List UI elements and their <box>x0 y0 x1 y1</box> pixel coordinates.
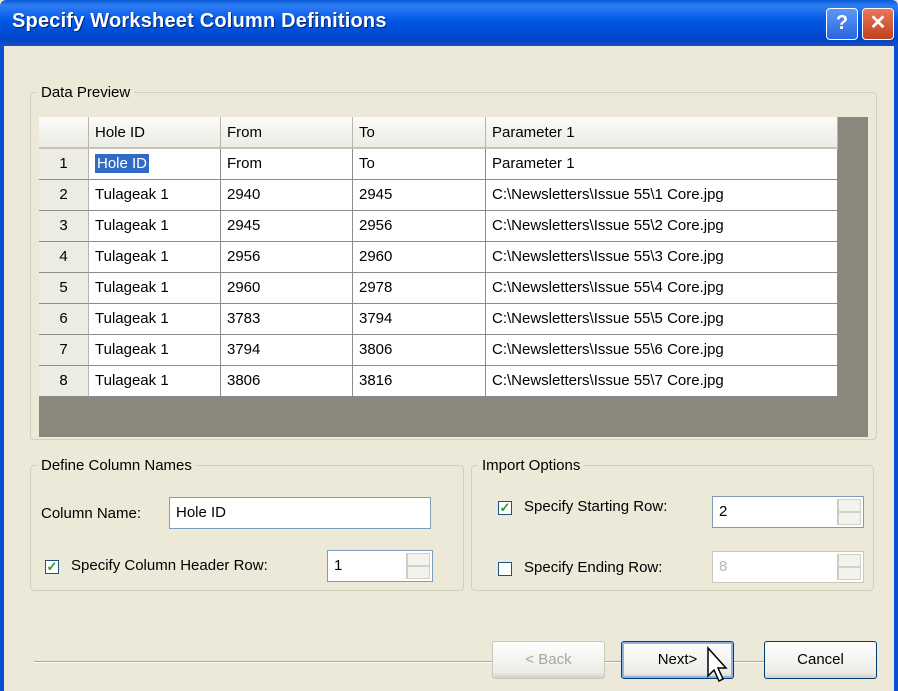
cell-to[interactable]: 2978 <box>353 273 486 304</box>
cell-from[interactable]: From <box>221 149 353 180</box>
cell-to[interactable]: 2956 <box>353 211 486 242</box>
cell-to[interactable]: 2960 <box>353 242 486 273</box>
header-row-checkbox[interactable]: ✓ <box>45 560 59 574</box>
cell-parameter-1[interactable]: Parameter 1 <box>486 149 838 180</box>
cell-to[interactable]: 2945 <box>353 180 486 211</box>
ending-row-value: 8 <box>719 558 728 575</box>
cell-hole-id[interactable]: Tulageak 1 <box>89 366 221 397</box>
ending-row-label: Specify Ending Row: <box>524 559 663 576</box>
button-divider <box>34 661 872 663</box>
spin-down-icon[interactable] <box>838 512 861 525</box>
cell-hole-id[interactable]: Tulageak 1 <box>89 335 221 366</box>
cell-hole-id[interactable]: Tulageak 1 <box>89 273 221 304</box>
column-header-hole-id[interactable]: Hole ID <box>89 117 221 149</box>
row-number-cell[interactable]: 4 <box>39 242 89 273</box>
spin-down-icon[interactable] <box>407 566 430 579</box>
window-title: Specify Worksheet Column Definitions <box>12 10 387 32</box>
table-row[interactable]: 5 Tulageak 1 2960 2978 C:\Newsletters\Issue … <box>39 273 838 304</box>
data-preview-group: Data Preview Hole ID From To Parameter 1… <box>30 84 877 440</box>
cell-hole-id[interactable]: Tulageak 1 <box>89 180 221 211</box>
row-number-cell[interactable]: 2 <box>39 180 89 211</box>
header-row-spin-buttons[interactable] <box>406 553 430 579</box>
import-options-legend: Import Options <box>482 457 581 474</box>
table-row[interactable]: 1 Hole ID From To Parameter 1 <box>39 149 838 180</box>
spin-up-icon[interactable] <box>407 553 430 566</box>
define-column-names-group: Define Column Names Column Name: Hole ID… <box>30 457 464 591</box>
define-column-names-legend: Define Column Names <box>41 457 192 474</box>
cell-from[interactable]: 2940 <box>221 180 353 211</box>
starting-row-label: Specify Starting Row: <box>524 498 668 515</box>
data-preview-legend: Data Preview <box>41 84 131 101</box>
mouse-pointer-icon <box>707 646 728 683</box>
cell-from[interactable]: 2945 <box>221 211 353 242</box>
column-header-to[interactable]: To <box>353 117 486 149</box>
column-header-from[interactable]: From <box>221 117 353 149</box>
dialog-body: Data Preview Hole ID From To Parameter 1… <box>0 46 898 691</box>
table-row[interactable]: 6 Tulageak 1 3783 3794 C:\Newsletters\Issue … <box>39 304 838 335</box>
ending-row-spin-buttons <box>837 554 861 580</box>
checkmark-icon: ✓ <box>46 559 58 574</box>
starting-row-value: 2 <box>719 503 728 520</box>
starting-row-stepper[interactable]: 2 <box>712 496 864 528</box>
cell-hole-id[interactable]: Tulageak 1 <box>89 242 221 273</box>
cell-parameter-1[interactable]: C:\Newsletters\Issue 55\1 Core.jpg <box>486 180 838 211</box>
row-number-cell[interactable]: 3 <box>39 211 89 242</box>
cell-from[interactable]: 2956 <box>221 242 353 273</box>
checkmark-icon: ✓ <box>499 500 511 515</box>
column-name-label: Column Name: <box>41 505 142 522</box>
help-icon[interactable]: ? <box>826 8 858 40</box>
import-options-group: Import Options ✓ Specify Starting Row: 2… <box>471 457 874 591</box>
column-header-parameter-1[interactable]: Parameter 1 <box>486 117 838 149</box>
header-row-value: 1 <box>334 557 343 574</box>
starting-row-checkbox[interactable]: ✓ <box>498 501 512 515</box>
ending-row-stepper: 8 <box>712 551 864 583</box>
grid-header-row: Hole ID From To Parameter 1 <box>39 117 838 149</box>
cell-from[interactable]: 3794 <box>221 335 353 366</box>
cell-from[interactable]: 2960 <box>221 273 353 304</box>
table-row[interactable]: 2 Tulageak 1 2940 2945 C:\Newsletters\Issue … <box>39 180 838 211</box>
spin-down-icon <box>838 567 861 580</box>
cell-parameter-1[interactable]: C:\Newsletters\Issue 55\3 Core.jpg <box>486 242 838 273</box>
cell-parameter-1[interactable]: C:\Newsletters\Issue 55\6 Core.jpg <box>486 335 838 366</box>
ending-row-checkbox[interactable] <box>498 562 512 576</box>
spin-up-icon <box>838 554 861 567</box>
cell-hole-id[interactable]: Tulageak 1 <box>89 211 221 242</box>
cancel-button[interactable]: Cancel <box>764 641 877 679</box>
close-icon[interactable]: ✕ <box>862 8 894 40</box>
cell-to[interactable]: 3806 <box>353 335 486 366</box>
title-bar[interactable]: Specify Worksheet Column Definitions ? ✕ <box>0 0 898 46</box>
cell-parameter-1[interactable]: C:\Newsletters\Issue 55\4 Core.jpg <box>486 273 838 304</box>
header-row-label: Specify Column Header Row: <box>71 557 268 574</box>
cell-to[interactable]: 3794 <box>353 304 486 335</box>
back-button[interactable]: < Back <box>492 641 605 679</box>
grid-corner[interactable] <box>39 117 89 149</box>
row-number-cell[interactable]: 5 <box>39 273 89 304</box>
row-number-cell[interactable]: 6 <box>39 304 89 335</box>
table-row[interactable]: 4 Tulageak 1 2956 2960 C:\Newsletters\Issue … <box>39 242 838 273</box>
cell-to[interactable]: To <box>353 149 486 180</box>
table-row[interactable]: 3 Tulageak 1 2945 2956 C:\Newsletters\Issue … <box>39 211 838 242</box>
cell-from[interactable]: 3806 <box>221 366 353 397</box>
header-row-stepper[interactable]: 1 <box>327 550 433 582</box>
cell-parameter-1[interactable]: C:\Newsletters\Issue 55\2 Core.jpg <box>486 211 838 242</box>
column-name-input[interactable]: Hole ID <box>169 497 431 529</box>
cell-to[interactable]: 3816 <box>353 366 486 397</box>
row-number-cell[interactable]: 1 <box>39 149 89 180</box>
cell-parameter-1[interactable]: C:\Newsletters\Issue 55\7 Core.jpg <box>486 366 838 397</box>
cell-hole-id[interactable]: Hole ID <box>89 149 221 180</box>
row-number-cell[interactable]: 8 <box>39 366 89 397</box>
cell-hole-id[interactable]: Tulageak 1 <box>89 304 221 335</box>
row-number-cell[interactable]: 7 <box>39 335 89 366</box>
starting-row-spin-buttons[interactable] <box>837 499 861 525</box>
cell-from[interactable]: 3783 <box>221 304 353 335</box>
selected-cell-text: Hole ID <box>95 154 150 173</box>
spin-up-icon[interactable] <box>838 499 861 512</box>
cell-parameter-1[interactable]: C:\Newsletters\Issue 55\5 Core.jpg <box>486 304 838 335</box>
table-row[interactable]: 8 Tulageak 1 3806 3816 C:\Newsletters\Issue … <box>39 366 838 397</box>
data-preview-grid[interactable]: Hole ID From To Parameter 1 1 Hole ID From… <box>39 117 868 437</box>
table-row[interactable]: 7 Tulageak 1 3794 3806 C:\Newsletters\Issue … <box>39 335 838 366</box>
